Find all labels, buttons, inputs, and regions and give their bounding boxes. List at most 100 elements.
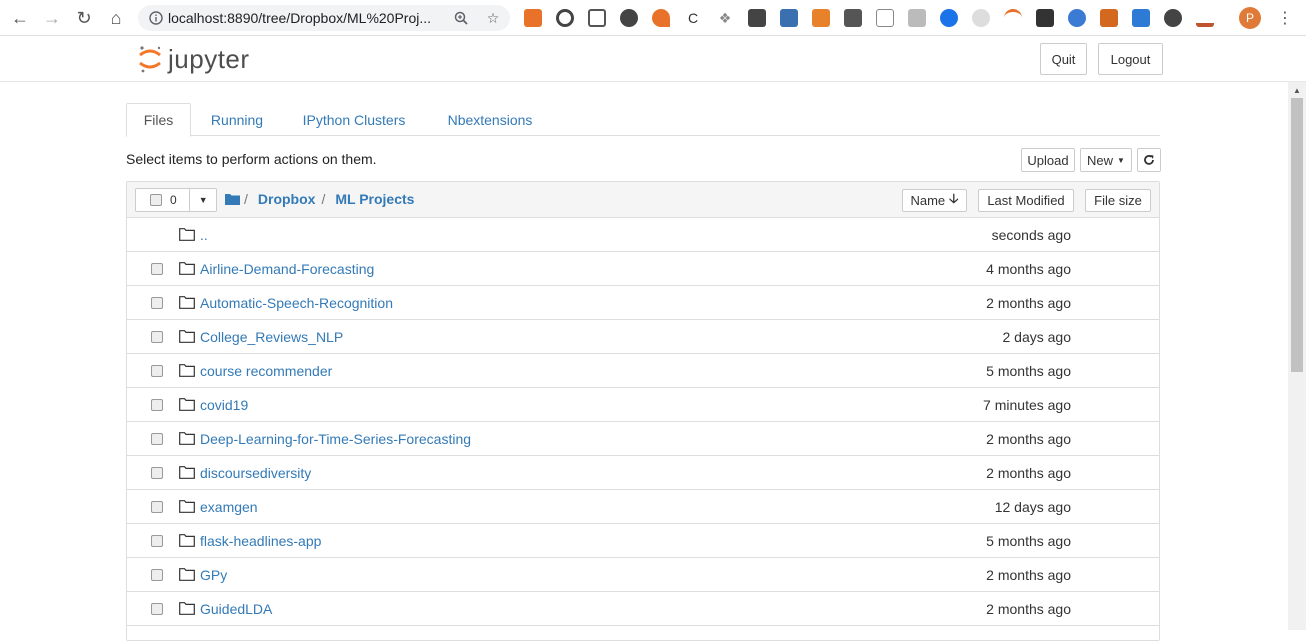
new-dropdown-button[interactable]: New ▼ — [1080, 148, 1132, 172]
scroll-up-icon[interactable]: ▲ — [1291, 84, 1303, 96]
item-name[interactable]: Deep-Learning-for-Time-Series-Forecastin… — [200, 431, 471, 447]
item-name[interactable]: covid19 — [200, 397, 248, 413]
item-modified: seconds ago — [991, 227, 1071, 243]
list-item[interactable]: examgen 12 days ago — [127, 490, 1159, 524]
select-all-checkbox[interactable] — [150, 194, 162, 206]
menu-kebab-icon[interactable]: ⋮ — [1275, 8, 1295, 28]
row-checkbox[interactable] — [151, 297, 163, 309]
folder-root-icon[interactable] — [225, 193, 240, 205]
evernote-extension-icon[interactable] — [620, 9, 638, 27]
list-item[interactable]: GuidedLDA 2 months ago — [127, 592, 1159, 626]
breadcrumb-ml-projects[interactable]: ML Projects — [335, 191, 414, 207]
item-name[interactable]: .. — [200, 227, 208, 243]
upload-button[interactable]: Upload — [1021, 148, 1075, 172]
row-checkbox[interactable] — [151, 467, 163, 479]
page-scrollbar[interactable]: ▲ — [1288, 82, 1306, 630]
back-icon[interactable]: ← — [8, 6, 32, 30]
scroll-thumb[interactable] — [1291, 98, 1303, 372]
list-item[interactable]: Deep-Learning-for-Time-Series-Forecastin… — [127, 422, 1159, 456]
list-item[interactable]: Automatic-Speech-Recognition 2 months ago — [127, 286, 1159, 320]
item-name[interactable]: Automatic-Speech-Recognition — [200, 295, 393, 311]
jupyter-logo[interactable]: jupyter — [138, 42, 250, 76]
bookmark-star-icon[interactable]: ☆ — [484, 9, 502, 27]
pocket-extension-icon[interactable] — [588, 9, 606, 27]
quit-button[interactable]: Quit — [1040, 43, 1087, 75]
home-icon[interactable]: ⌂ — [104, 6, 128, 30]
s-extension-icon[interactable] — [748, 9, 766, 27]
m-extension-icon[interactable] — [1068, 9, 1086, 27]
sort-modified-button[interactable]: Last Modified — [978, 189, 1074, 212]
folder-icon — [179, 296, 195, 309]
row-checkbox[interactable] — [151, 331, 163, 343]
tab-running[interactable]: Running — [200, 103, 274, 136]
address-bar[interactable]: localhost:8890/tree/Dropbox/ML%20Proj...… — [138, 5, 510, 31]
item-name[interactable]: discoursediversity — [200, 465, 311, 481]
row-checkbox[interactable] — [151, 263, 163, 275]
item-name[interactable]: examgen — [200, 499, 258, 515]
sort-name-button[interactable]: Name 🡣 — [902, 189, 967, 212]
w-extension-icon[interactable] — [1164, 9, 1182, 27]
document-extension-icon[interactable] — [876, 9, 894, 27]
row-checkbox[interactable] — [151, 501, 163, 513]
forward-icon[interactable]: → — [40, 6, 64, 30]
puzzle-extension-icon[interactable] — [1036, 9, 1054, 27]
row-checkbox[interactable] — [151, 399, 163, 411]
row-checkbox[interactable] — [151, 365, 163, 377]
select-all-button[interactable]: 0 — [136, 189, 191, 211]
row-checkbox[interactable] — [151, 535, 163, 547]
list-item[interactable]: covid19 7 minutes ago — [127, 388, 1159, 422]
item-name[interactable]: course recommender — [200, 363, 332, 379]
sort-size-button[interactable]: File size — [1085, 189, 1151, 212]
list-item[interactable]: GPy 2 months ago — [127, 558, 1159, 592]
select-menu-caret-icon[interactable]: ▼ — [190, 189, 216, 211]
folder-icon — [179, 228, 195, 241]
a-extension-icon[interactable] — [780, 9, 798, 27]
item-name[interactable]: College_Reviews_NLP — [200, 329, 343, 345]
list-item[interactable]: .. seconds ago — [127, 218, 1159, 252]
item-name[interactable]: flask-headlines-app — [200, 533, 321, 549]
info-icon[interactable] — [144, 11, 168, 25]
refresh-button[interactable] — [1137, 148, 1161, 172]
item-modified: 7 minutes ago — [983, 397, 1071, 413]
breadcrumb: / Dropbox / ML Projects — [225, 191, 414, 207]
zoom-icon[interactable] — [452, 9, 470, 27]
orange-extension-icon[interactable] — [812, 9, 830, 27]
item-name[interactable]: GuidedLDA — [200, 601, 272, 617]
tab-nbextensions[interactable]: Nbextensions — [434, 103, 546, 136]
list-item[interactable]: course recommender 5 months ago — [127, 354, 1159, 388]
eye-extension-icon[interactable] — [972, 9, 990, 27]
sort-name-label: Name — [910, 193, 946, 208]
circle-extension-icon[interactable] — [556, 9, 574, 27]
item-name[interactable]: Airline-Demand-Forecasting — [200, 261, 374, 277]
list-item[interactable]: flask-headlines-app 5 months ago — [127, 524, 1159, 558]
selection-hint: Select items to perform actions on them. — [126, 151, 377, 167]
profile-avatar[interactable]: P — [1239, 7, 1261, 29]
rss-extension-icon[interactable] — [524, 9, 542, 27]
feed-extension-icon[interactable] — [652, 9, 670, 27]
list-item[interactable]: College_Reviews_NLP 2 days ago — [127, 320, 1159, 354]
breadcrumb-dropbox[interactable]: Dropbox — [258, 191, 316, 207]
logout-button[interactable]: Logout — [1098, 43, 1163, 75]
list-item[interactable]: Airline-Demand-Forecasting 4 months ago — [127, 252, 1159, 286]
ui-extension-icon[interactable] — [1132, 9, 1150, 27]
row-checkbox[interactable] — [151, 603, 163, 615]
tab-files[interactable]: Files — [126, 103, 191, 137]
url-text: localhost:8890/tree/Dropbox/ML%20Proj... — [168, 10, 432, 26]
dropbox-extension-icon[interactable]: ❖ — [716, 9, 734, 27]
item-modified: 2 months ago — [986, 295, 1071, 311]
folder-icon — [179, 262, 195, 275]
list-item[interactable]: discoursediversity 2 months ago — [127, 456, 1159, 490]
g-extension-icon[interactable] — [940, 9, 958, 27]
rainbow-extension-icon[interactable] — [1004, 9, 1022, 27]
item-name[interactable]: GPy — [200, 567, 227, 583]
item-modified: 12 days ago — [994, 499, 1071, 515]
reload-icon[interactable]: ↻ — [72, 6, 96, 30]
shield-extension-icon[interactable] — [844, 9, 862, 27]
grid-extension-icon[interactable] — [1100, 9, 1118, 27]
tab-ipython-clusters[interactable]: IPython Clusters — [290, 103, 418, 136]
row-checkbox[interactable] — [151, 433, 163, 445]
c-extension-icon[interactable]: C — [684, 9, 702, 27]
text-extension-icon[interactable] — [1196, 9, 1214, 27]
download-extension-icon[interactable] — [908, 9, 926, 27]
row-checkbox[interactable] — [151, 569, 163, 581]
